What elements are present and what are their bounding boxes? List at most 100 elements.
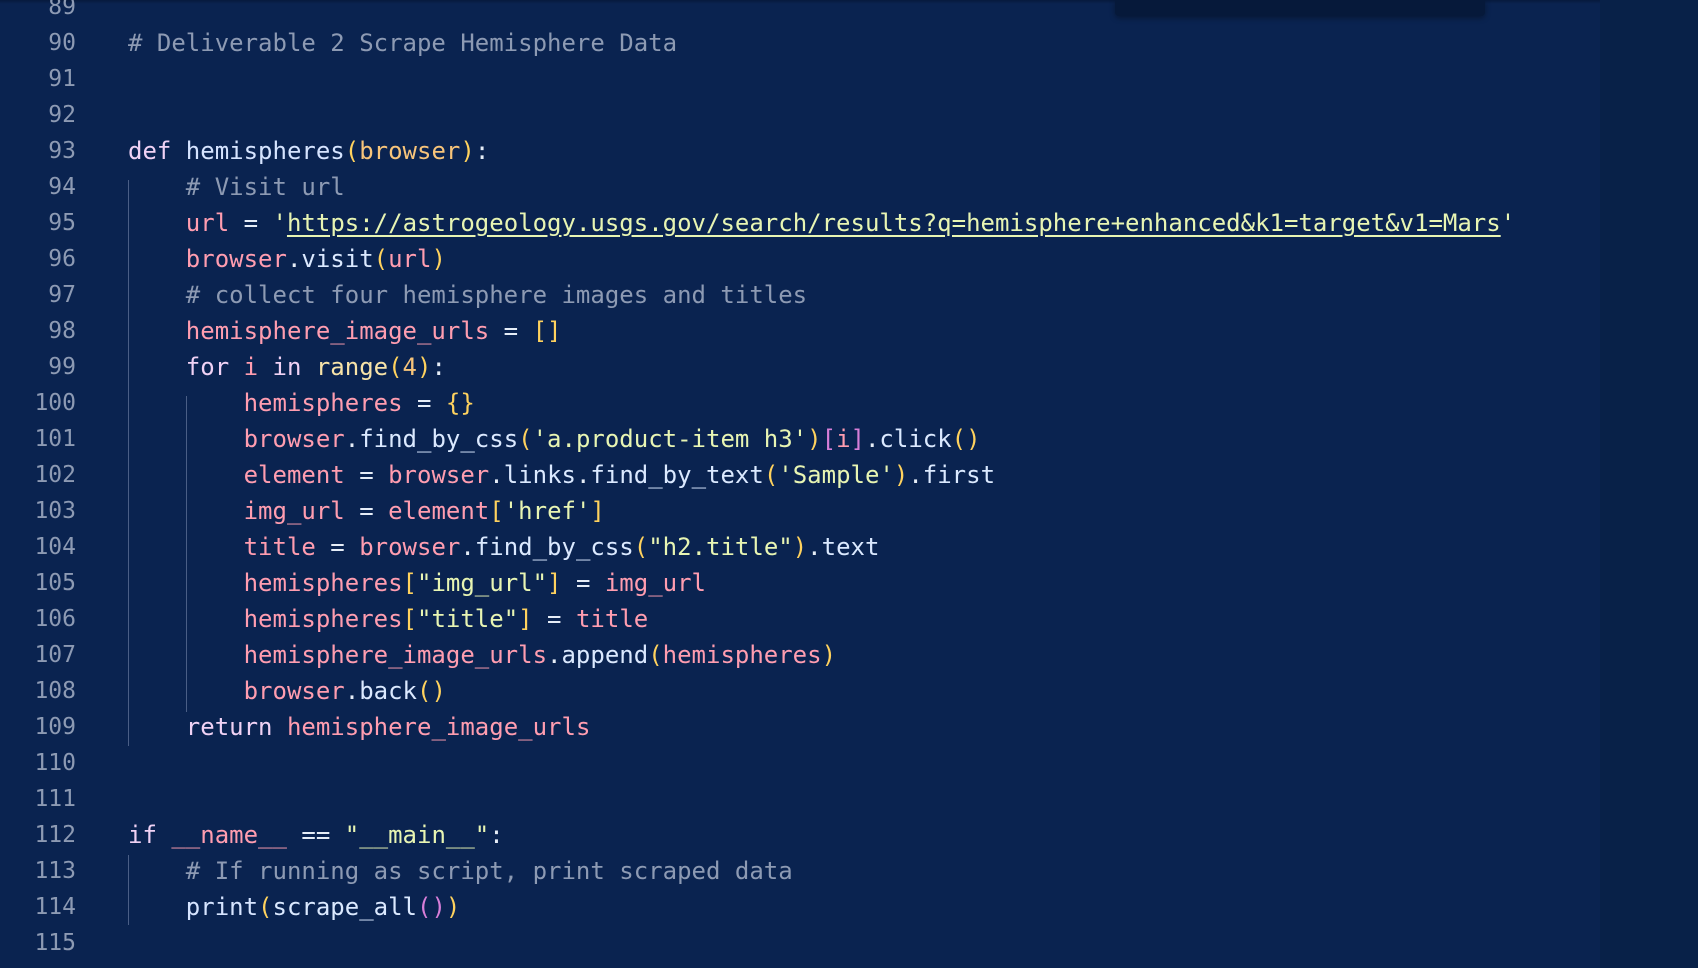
code-token: . [286,245,302,273]
code-token: hemispheres [128,569,403,597]
code-line[interactable]: hemispheres["img_url"] = img_url [128,565,706,601]
code-token: . [807,533,822,561]
code-editor[interactable]: 89 90 91 92 93 94 95 96 97 98 99 100 101 102 103 104 105… [0,0,1698,968]
code-token: hemispheres [128,605,403,633]
code-token: [] [532,317,562,345]
code-token: [ [402,569,417,597]
code-token: element [388,497,490,525]
code-token: == [286,821,345,849]
code-token: . [864,425,880,453]
code-token: click [879,425,952,453]
code-token: ] [518,605,533,633]
code-token: print [128,893,259,921]
code-token: ] [547,569,562,597]
code-token: ' [1500,209,1516,237]
code-token: text [821,533,880,561]
code-token: url [128,209,230,237]
minimap[interactable] [1600,0,1698,968]
code-token: ) [807,425,822,453]
line-number: 107 [34,642,76,668]
code-line[interactable]: browser.visit(url) [128,241,446,277]
code-token: . [489,461,504,489]
code-token: append [561,641,649,669]
code-line[interactable]: hemispheres = {} [128,385,475,421]
code-line[interactable]: hemispheres["title"] = title [128,601,649,637]
code-line[interactable]: print(scrape_all()) [128,889,461,925]
line-number: 110 [34,750,76,776]
code-token: ( [648,641,663,669]
code-token: title [128,533,316,561]
code-token: browser [359,137,461,165]
code-token: first [922,461,996,489]
code-token: 'a.product-item h3' [532,425,808,453]
code-line[interactable]: # collect four hemisphere images and tit… [128,277,807,313]
find-widget-edge [1115,0,1485,16]
code-token: hemispheres [662,641,822,669]
code-token: = [532,605,576,633]
code-line[interactable]: return hemisphere_image_urls [128,709,591,745]
code-token: element [128,461,345,489]
code-token: for [128,353,244,381]
code-token: . [908,461,923,489]
code-line[interactable]: browser.back() [128,673,446,709]
code-line[interactable]: for i in range(4): [128,349,446,385]
code-token: () [417,893,446,921]
line-number: 103 [34,498,76,524]
code-token: = [315,533,360,561]
code-link[interactable]: https://astrogeology.usgs.gov/search/res… [287,209,1501,237]
line-number: 105 [34,570,76,596]
code-token: ( [763,461,779,489]
code-token: . [344,425,360,453]
code-token: "title" [417,605,519,633]
code-token: visit [301,245,374,273]
code-token: img_url [604,569,707,597]
code-token: browser [128,425,345,453]
code-token: ( [388,353,403,381]
code-line[interactable]: # Visit url [128,169,345,205]
code-token: url [388,245,432,273]
code-token: [ [821,425,837,453]
code-token: = [402,389,446,417]
code-token: browser [128,677,345,705]
code-line[interactable]: # Deliverable 2 Scrape Hemisphere Data [128,25,677,61]
line-number: 99 [48,354,76,380]
code-token: ( [344,137,360,165]
code-line[interactable]: if __name__ == "__main__": [128,817,504,853]
code-token: ) [445,893,461,921]
code-token: find_by_css [359,425,519,453]
line-number: 94 [48,174,76,200]
code-line[interactable]: def hemispheres(browser): [128,133,489,169]
code-token: i [836,425,851,453]
code-line[interactable]: url = 'https://astrogeology.usgs.gov/sea… [128,205,1515,241]
code-token: ' [272,209,287,237]
code-token: hemisphere_image_urls [128,317,490,345]
code-line[interactable]: # If running as script, print scraped da… [128,853,793,889]
code-token: = [489,317,533,345]
code-token: in [258,353,316,381]
code-token: links [503,461,576,489]
code-token: . [575,461,591,489]
code-line[interactable]: hemisphere_image_urls.append(hemispheres… [128,637,836,673]
code-line[interactable]: element = browser.links.find_by_text('Sa… [128,457,995,493]
code-token: # If running as script, print scraped da… [128,857,793,885]
code-token: 4 [402,353,417,381]
code-line[interactable]: browser.find_by_css('a.product-item h3')… [128,421,981,457]
code-line[interactable]: img_url = element['href'] [128,493,605,529]
line-number: 90 [48,30,76,56]
code-token: hemisphere_image_urls [286,713,591,741]
code-token: "h2.title" [648,533,793,561]
line-number: 101 [34,426,76,452]
code-token: = [344,497,389,525]
code-token: ( [373,245,389,273]
code-token: ( [518,425,533,453]
line-number: 108 [34,678,76,704]
code-line[interactable]: title = browser.find_by_css("h2.title").… [128,529,880,565]
code-line[interactable]: hemisphere_image_urls = [] [128,313,562,349]
line-number: 104 [34,534,76,560]
line-number: 106 [34,606,76,632]
code-token: : [489,821,504,849]
code-token: browser [359,533,461,561]
code-token: 'href' [503,497,591,525]
code-token: ) [792,533,808,561]
code-token: "img_url" [417,569,548,597]
